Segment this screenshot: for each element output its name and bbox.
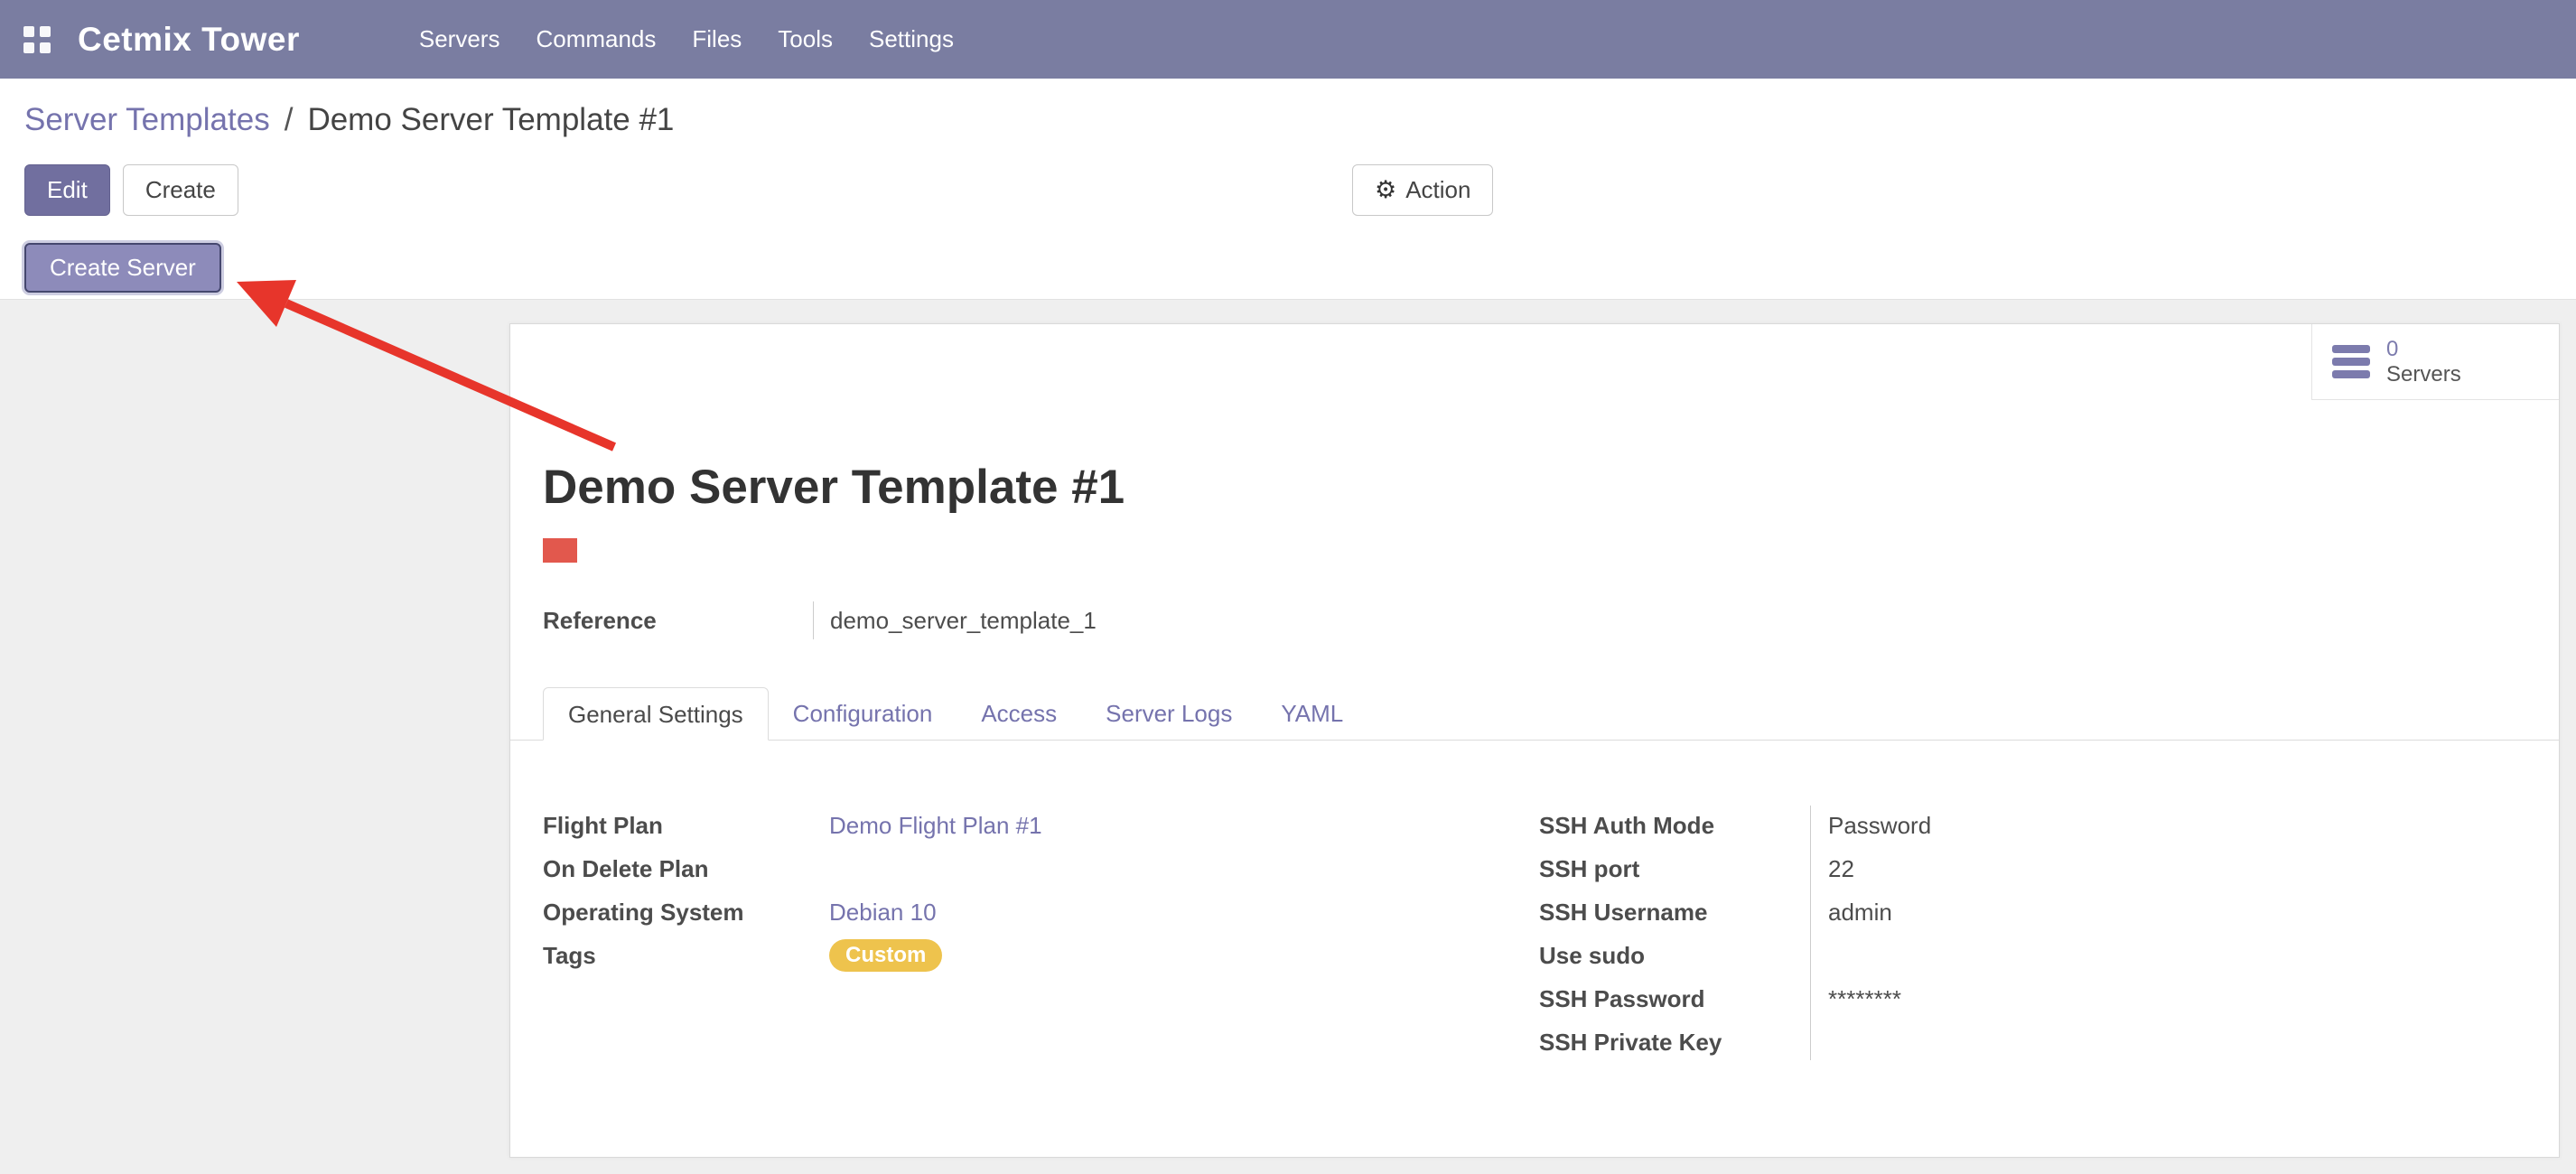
menu-item-files[interactable]: Files (674, 0, 760, 79)
field-row-ssh-auth-mode: SSH Auth Mode Password (1539, 804, 2442, 847)
gear-icon: ⚙ (1375, 178, 1396, 202)
servers-stat-button[interactable]: 0 Servers (2311, 324, 2559, 400)
ssh-username-value: admin (1810, 899, 1892, 927)
page: Cetmix Tower Servers Commands Files Tool… (0, 0, 2576, 1174)
flight-plan-link[interactable]: Demo Flight Plan #1 (829, 812, 1042, 840)
menu-item-servers[interactable]: Servers (401, 0, 518, 79)
ssh-private-key-label: SSH Private Key (1539, 1029, 1810, 1057)
form-sheet: 0 Servers Demo Server Template #1 Refere… (509, 323, 2560, 1158)
breadcrumb-parent-link[interactable]: Server Templates (24, 102, 270, 138)
ssh-password-label: SSH Password (1539, 985, 1810, 1013)
field-row-operating-system: Operating System Debian 10 (543, 890, 1446, 934)
fields-left: Flight Plan Demo Flight Plan #1 On Delet… (543, 804, 1446, 977)
content-background: 0 Servers Demo Server Template #1 Refere… (0, 300, 2576, 1174)
use-sudo-label: Use sudo (1539, 942, 1810, 970)
apps-menu-icon[interactable] (23, 26, 51, 53)
tab-general-settings[interactable]: General Settings (543, 687, 769, 741)
servers-icon (2332, 345, 2370, 378)
record-title: Demo Server Template #1 (543, 460, 1125, 515)
breadcrumb-current: Demo Server Template #1 (307, 102, 674, 138)
menu-item-commands[interactable]: Commands (518, 0, 674, 79)
field-row-flight-plan: Flight Plan Demo Flight Plan #1 (543, 804, 1446, 847)
field-row-ssh-private-key: SSH Private Key (1539, 1020, 2442, 1064)
on-delete-plan-label: On Delete Plan (543, 855, 829, 883)
action-button[interactable]: ⚙ Action (1352, 164, 1493, 216)
create-button[interactable]: Create (123, 164, 238, 216)
tab-server-logs[interactable]: Server Logs (1081, 687, 1256, 741)
ssh-port-label: SSH port (1539, 855, 1810, 883)
brand-title[interactable]: Cetmix Tower (78, 21, 300, 59)
field-row-on-delete-plan: On Delete Plan (543, 847, 1446, 890)
notebook-tabs: General Settings Configuration Access Se… (510, 687, 2559, 741)
flight-plan-label: Flight Plan (543, 812, 829, 840)
top-navbar: Cetmix Tower Servers Commands Files Tool… (0, 0, 2576, 79)
tab-yaml[interactable]: YAML (1256, 687, 1367, 741)
ssh-port-value: 22 (1810, 855, 1854, 883)
tag-badge: Custom (829, 939, 942, 972)
main-menu: Servers Commands Files Tools Settings (401, 0, 972, 79)
create-server-button[interactable]: Create Server (24, 243, 221, 293)
ssh-auth-mode-label: SSH Auth Mode (1539, 812, 1810, 840)
reference-value: demo_server_template_1 (814, 607, 1097, 635)
reference-row: Reference demo_server_template_1 (543, 599, 1097, 642)
edit-button[interactable]: Edit (24, 164, 110, 216)
fields-right-separator (1810, 806, 1811, 1060)
operating-system-label: Operating System (543, 899, 829, 927)
ssh-password-value: ******** (1810, 985, 1901, 1013)
operating-system-link[interactable]: Debian 10 (829, 899, 937, 927)
ssh-auth-mode-value: Password (1810, 812, 1931, 840)
menu-item-settings[interactable]: Settings (851, 0, 972, 79)
color-swatch (543, 538, 577, 563)
reference-label: Reference (543, 607, 813, 635)
field-row-ssh-username: SSH Username admin (1539, 890, 2442, 934)
fields-right: SSH Auth Mode Password SSH port 22 SSH U… (1539, 804, 2442, 1064)
breadcrumb-separator: / (285, 102, 294, 138)
field-row-use-sudo: Use sudo (1539, 934, 2442, 977)
ssh-username-label: SSH Username (1539, 899, 1810, 927)
tab-access[interactable]: Access (957, 687, 1081, 741)
control-panel-buttons: Edit Create (24, 164, 238, 216)
tab-configuration[interactable]: Configuration (769, 687, 957, 741)
field-row-ssh-password: SSH Password ******** (1539, 977, 2442, 1020)
menu-item-tools[interactable]: Tools (760, 0, 851, 79)
tags-label: Tags (543, 942, 829, 970)
breadcrumb: Server Templates / Demo Server Template … (24, 102, 674, 138)
action-button-label: Action (1405, 165, 1470, 215)
stat-value: 0 (2386, 337, 2461, 362)
field-row-ssh-port: SSH port 22 (1539, 847, 2442, 890)
field-row-tags: Tags Custom (543, 934, 1446, 977)
stat-label: Servers (2386, 362, 2461, 387)
stat-text: 0 Servers (2386, 337, 2461, 387)
